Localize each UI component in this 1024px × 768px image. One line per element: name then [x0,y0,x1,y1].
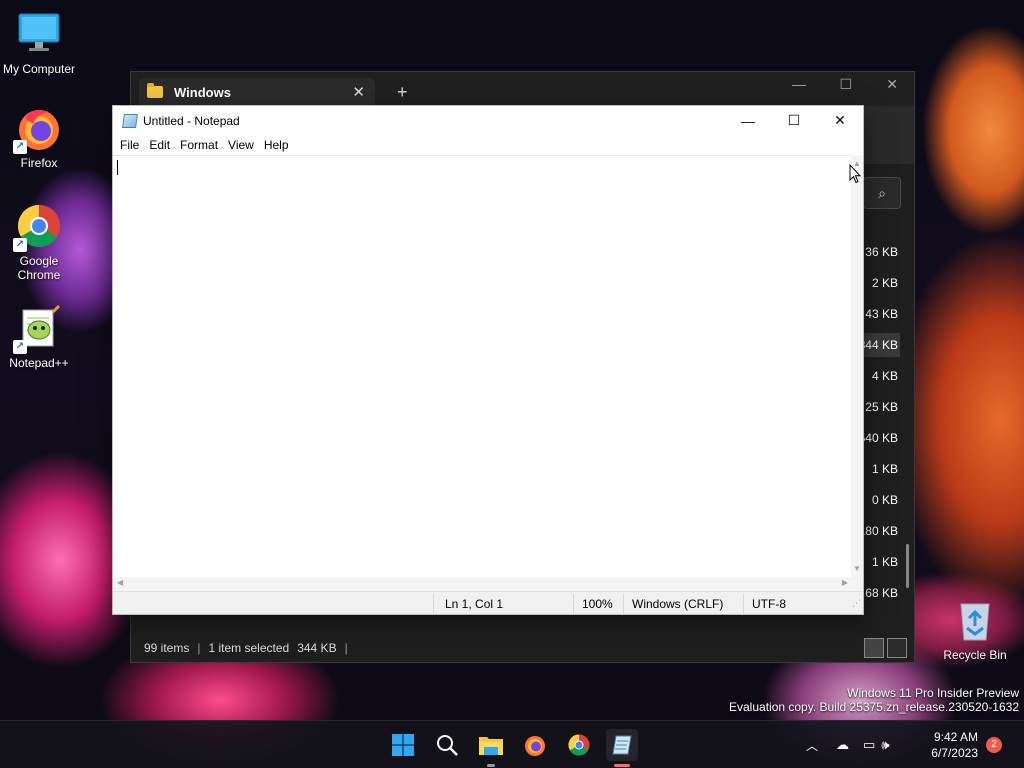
start-button[interactable] [387,729,419,761]
scroll-corner [851,577,863,591]
volume-icon[interactable]: 🕪 [881,737,889,753]
details-view-icon[interactable] [864,638,884,658]
shortcut-arrow-icon: ↗ [13,238,27,252]
minimize-button[interactable]: — [725,106,771,135]
search-icon[interactable]: ⌕ [863,177,901,209]
os-watermark: Windows 11 Pro Insider Preview Evaluatio… [729,686,1019,714]
firefox-icon [525,736,545,756]
firefox-taskbar-button[interactable] [519,729,551,761]
selection-count: 1 item selected [208,641,290,655]
chrome-icon [568,734,590,756]
menu-edit[interactable]: Edit [144,138,175,152]
explorer-toolbar [864,106,914,164]
onedrive-offline-icon[interactable]: ☁ [836,737,849,753]
selection-size: 344 KB [297,641,337,655]
minimize-button[interactable]: — [792,76,806,92]
search-icon [437,735,458,756]
clock-date: 6/7/2023 [931,746,978,760]
menu-help[interactable]: Help [259,138,294,152]
explorer-tab-label: Windows [174,84,231,100]
system-tray: ︿ ☁ ▭ 🕪 [806,721,890,768]
desktop-icon-label: Firefox [20,156,58,170]
show-hidden-icons-chevron-icon[interactable]: ︿ [806,737,818,754]
explorer-statusbar: 99 items | 1 item selected 344 KB | [144,641,348,655]
menu-format[interactable]: Format [175,138,223,152]
menu-file[interactable]: File [115,138,144,152]
explorer-tab-windows[interactable]: Windows ✕ [139,78,375,106]
folder-icon [147,83,163,98]
line-ending: Windows (CRLF) [632,597,724,611]
encoding: UTF-8 [752,597,786,611]
explorer-titlebar[interactable]: Windows ✕ + — ☐ ✕ [131,72,914,106]
notepad-icon [122,113,138,128]
notepad-taskbar-button[interactable] [606,729,638,767]
clock-time: 9:42 AM [933,730,978,744]
scroll-down-arrow-icon[interactable]: ▼ [853,564,861,573]
vertical-scrollbar[interactable]: ▲ ▼ [851,155,863,577]
recycle-bin-icon [951,596,999,644]
cursor-position: Ln 1, Col 1 [445,597,504,611]
close-button[interactable]: ✕ [817,106,863,135]
menu-view[interactable]: View [223,138,259,152]
clock[interactable]: 9:42 AM 6/7/2023 [931,729,978,761]
notepad-titlebar[interactable]: Untitled - Notepad — ☐ ✕ [113,106,863,135]
active-indicator [614,764,630,767]
maximize-button[interactable]: ☐ [839,76,852,93]
close-tab-icon[interactable]: ✕ [352,83,365,101]
tiles-view-icon[interactable] [887,638,907,658]
window-title: Untitled - Notepad [143,113,240,128]
desktop-icon-label: Google Chrome [17,254,61,282]
file-explorer-icon [479,737,503,755]
desktop-icon-notepad-plus-plus[interactable]: ↗ Notepad++ [0,304,78,370]
horizontal-scrollbar[interactable]: ◀ ▶ [113,577,852,591]
new-tab-button[interactable]: + [397,82,408,103]
item-count: 99 items [144,641,190,655]
desktop-icon-label: Notepad++ [9,356,69,370]
text-editor-area[interactable] [113,155,852,577]
chrome-icon: ↗ [13,202,63,252]
desktop-icon-label: My Computer [2,62,76,76]
monitor-icon [15,10,63,58]
scroll-right-arrow-icon[interactable]: ▶ [842,578,848,587]
mouse-pointer-icon [849,164,861,184]
desktop-icon-label: Recycle Bin [943,648,1007,662]
watermark-line-2: Evaluation copy. Build 25375.zn_release.… [729,700,1019,714]
windows-logo-icon [392,734,414,756]
desktop-icon-google-chrome[interactable]: ↗ Google Chrome [0,202,78,282]
notification-badge[interactable]: 2 [986,737,1002,753]
desktop-icon-recycle-bin[interactable]: Recycle Bin [936,596,1014,662]
zoom-level: 100% [582,597,613,611]
notepad-plus-plus-icon: ↗ [13,304,63,354]
notepad-statusbar: Ln 1, Col 1 100% Windows (CRLF) UTF-8 ⋰ [113,591,863,614]
shortcut-arrow-icon: ↗ [13,340,27,354]
notepad-window[interactable]: Untitled - Notepad — ☐ ✕ File Edit Forma… [112,105,864,615]
desktop-icon-firefox[interactable]: ↗ Firefox [0,104,78,170]
chrome-taskbar-button[interactable] [563,729,595,761]
shortcut-arrow-icon: ↗ [13,140,27,154]
file-explorer-taskbar-button[interactable] [475,729,507,767]
search-button[interactable] [431,729,463,761]
running-indicator [487,764,495,767]
resize-grip-icon[interactable]: ⋰ [852,598,861,609]
network-icon[interactable]: ▭ [863,737,875,753]
explorer-scrollbar[interactable] [906,544,909,588]
text-caret [117,160,118,175]
close-button[interactable]: ✕ [886,76,898,93]
view-toggle [864,638,907,658]
firefox-icon: ↗ [13,104,63,154]
scroll-left-arrow-icon[interactable]: ◀ [117,578,123,587]
watermark-line-1: Windows 11 Pro Insider Preview [847,686,1019,700]
menu-bar: File Edit Format View Help [113,135,863,155]
taskbar: ︿ ☁ ▭ 🕪 9:42 AM 6/7/2023 2 [0,720,1024,768]
notepad-icon [612,735,632,755]
desktop-icon-my-computer[interactable]: My Computer [0,10,78,76]
maximize-button[interactable]: ☐ [771,106,817,135]
